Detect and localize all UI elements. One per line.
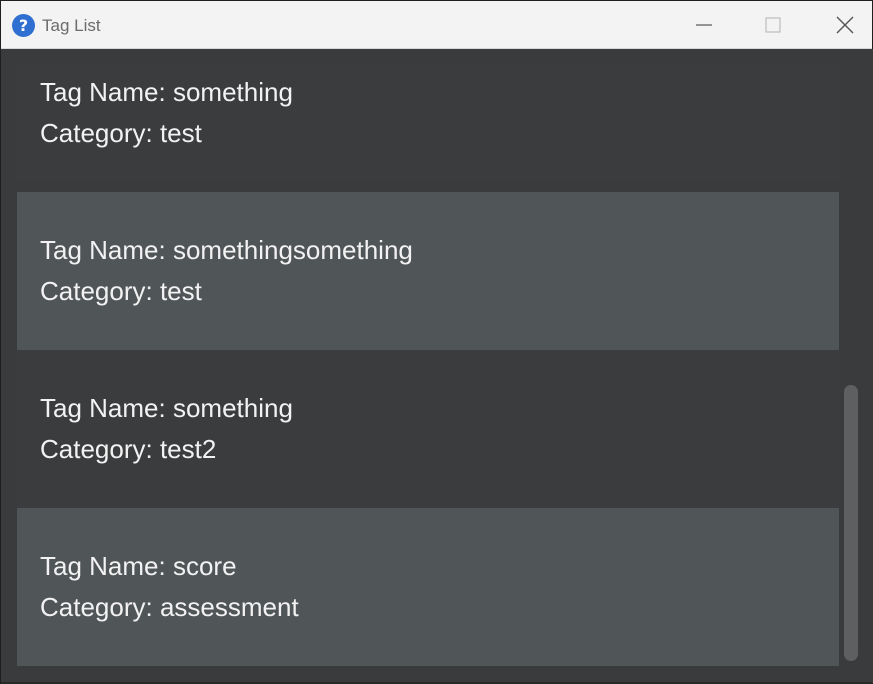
maximize-icon: [765, 17, 781, 33]
help-question-icon: ?: [12, 14, 35, 37]
list-item[interactable]: Tag Name: something Category: test: [17, 65, 839, 181]
tag-name-label: Tag Name: something: [40, 77, 293, 107]
scrollbar-thumb[interactable]: [844, 385, 858, 661]
tag-name-label: Tag Name: something: [40, 393, 293, 423]
list-item[interactable]: Tag Name: score Category: assessment: [17, 508, 839, 666]
category-label: Category: test2: [40, 434, 217, 464]
minimize-icon: [696, 24, 712, 26]
close-icon: [836, 16, 854, 34]
category-label: Category: test: [40, 276, 202, 306]
tag-name-label: Tag Name: somethingsomething: [40, 235, 413, 265]
title-bar[interactable]: ? Tag List: [1, 1, 872, 49]
list-item[interactable]: Tag Name: something Category: test2: [17, 350, 839, 508]
tag-name-label: Tag Name: score: [40, 551, 237, 581]
list-item[interactable]: Tag Name: somethingsomething Category: t…: [17, 192, 839, 350]
tag-list[interactable]: Tag Name: something Category: test Tag N…: [17, 65, 839, 666]
window-title: Tag List: [42, 16, 101, 35]
maximize-button[interactable]: [738, 1, 808, 48]
tag-list-content[interactable]: Tag Name: something Category: test Tag N…: [2, 49, 873, 683]
category-label: Category: assessment: [40, 592, 299, 622]
category-label: Category: test: [40, 118, 202, 148]
close-button[interactable]: [807, 1, 873, 48]
minimize-button[interactable]: [669, 1, 739, 48]
tag-list-window: ? Tag List Tag Name: something Category:…: [0, 0, 873, 684]
